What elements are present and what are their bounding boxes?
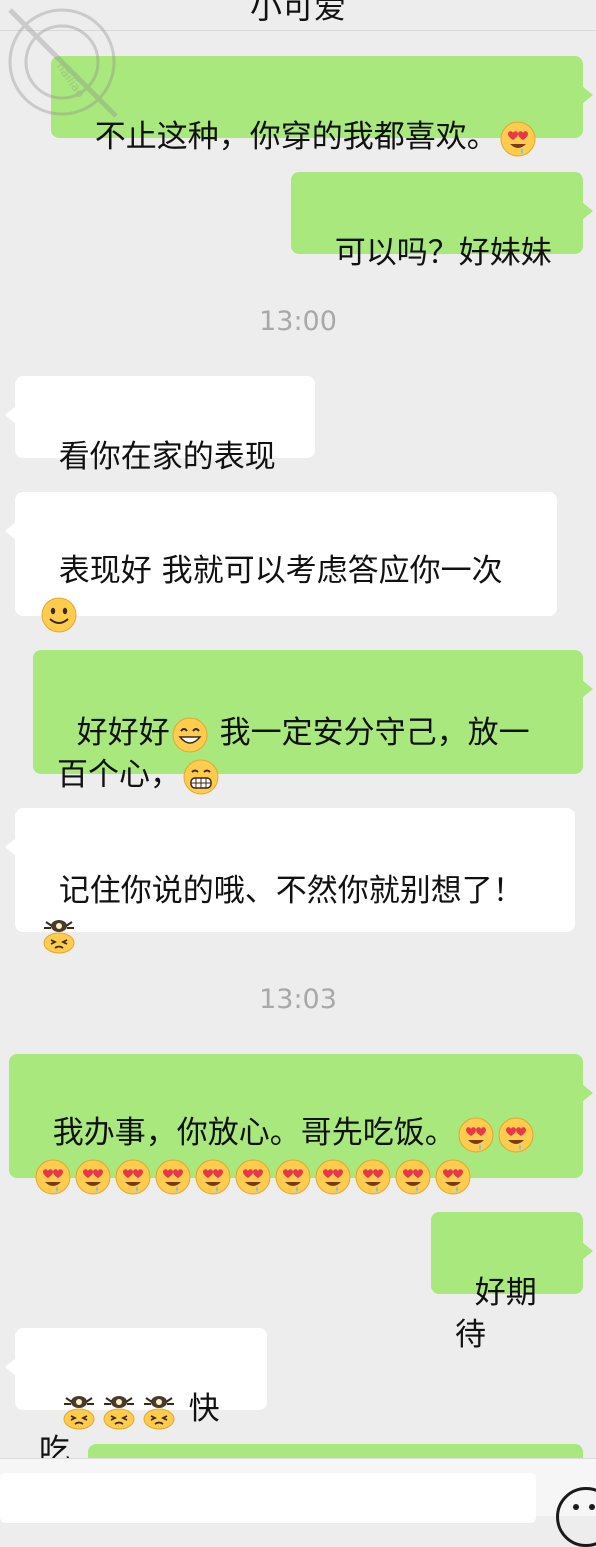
- heart-eyes-emoji-icon: [314, 1158, 352, 1196]
- message-input[interactable]: [0, 1473, 536, 1523]
- emoji-face-icon[interactable]: [556, 1487, 596, 1547]
- message-bubble-received[interactable]: 快吃: [5, 1328, 267, 1469]
- message-text: 我办事，你放心。哥先吃饭。: [52, 1115, 456, 1151]
- heart-eyes-emoji-icon: [114, 1158, 152, 1196]
- heart-eyes-emoji-icon: [34, 1158, 72, 1196]
- smile-emoji-icon: [40, 596, 78, 634]
- message-text: 好好好: [76, 715, 170, 751]
- heart-eyes-emoji-icon: [457, 1116, 495, 1154]
- message-text: 好期待: [455, 1275, 537, 1353]
- grin-emoji-icon: [171, 716, 209, 754]
- heart-eyes-emoji-icon: [434, 1158, 472, 1196]
- heart-eyes-emoji-icon: [74, 1158, 112, 1196]
- chat-input-bar: [0, 1458, 596, 1547]
- message-bubble-sent[interactable]: 我办事，你放心。哥先吃饭。: [9, 1054, 593, 1194]
- message-bubble-received[interactable]: 记住你说的哦、不然你就别想了！: [5, 808, 575, 953]
- heart-eyes-emoji-icon: [394, 1158, 432, 1196]
- angry-pig-emoji-icon: [40, 916, 78, 954]
- message-bubble-sent[interactable]: 好期待: [431, 1212, 593, 1353]
- message-text: 表现好 我就可以考虑答应你一次: [58, 553, 503, 589]
- heart-eyes-emoji-icon: [354, 1158, 392, 1196]
- heart-eyes-emoji-icon: [274, 1158, 312, 1196]
- message-bubble-received[interactable]: 表现好 我就可以考虑答应你一次: [5, 492, 557, 632]
- heart-eyes-emoji-icon: [194, 1158, 232, 1196]
- message-text: 不止这种，你穿的我都喜欢。: [94, 119, 498, 155]
- heart-eyes-emoji-icon: [234, 1158, 272, 1196]
- heart-eyes-emoji-icon: [497, 1116, 535, 1154]
- big-grin-emoji-icon: [182, 758, 220, 796]
- message-text: 看你在家的表现: [58, 439, 276, 475]
- message-timestamp: 13:03: [259, 984, 337, 1015]
- watermark-logo: hailiao: [4, 4, 120, 120]
- message-bubble-sent[interactable]: 好好好 我一定安分守己，放一百个心，: [33, 650, 593, 794]
- message-bubble-sent[interactable]: 不止这种，你穿的我都喜欢。: [51, 56, 593, 156]
- angry-pig-emoji-icon: [140, 1392, 178, 1430]
- angry-pig-emoji-icon: [60, 1392, 98, 1430]
- angry-pig-emoji-icon: [100, 1392, 138, 1430]
- heart-eyes-emoji-icon: [499, 120, 537, 158]
- message-text: 记住你说的哦、不然你就别想了！: [58, 873, 524, 909]
- message-timestamp: 13:00: [259, 306, 337, 337]
- heart-eyes-emoji-icon: [154, 1158, 192, 1196]
- message-bubble-received[interactable]: 看你在家的表现: [5, 376, 315, 475]
- message-bubble-sent[interactable]: 可以吗？好妹妹: [291, 172, 593, 271]
- message-text: 可以吗？好妹妹: [334, 235, 552, 271]
